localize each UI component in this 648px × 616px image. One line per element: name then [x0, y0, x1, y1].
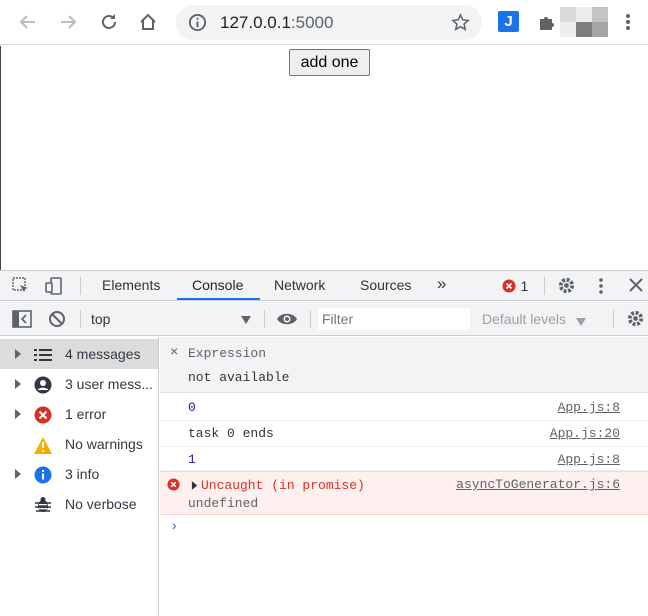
bug-icon [34, 496, 52, 514]
devtools-panel: Elements Console Network Sources » 1 top [0, 270, 648, 616]
expand-arrow-icon [15, 349, 21, 359]
console-error-message: Uncaught (in promise) undefined asyncToG… [160, 471, 648, 515]
expand-arrow-icon [15, 409, 21, 419]
error-icon [34, 406, 52, 424]
devtools-menu-button[interactable] [598, 277, 604, 300]
error-icon [502, 279, 516, 293]
sidebar-item-label: 3 info [65, 466, 100, 482]
source-link[interactable]: asyncToGenerator.js:6 [456, 477, 620, 492]
back-button[interactable] [13, 7, 43, 37]
console-output: × Expression not available 0 App.js:8 ta… [160, 337, 648, 616]
arrow-right-icon [61, 15, 77, 29]
close-icon [629, 278, 643, 292]
tab-elements[interactable]: Elements [102, 277, 160, 293]
source-link[interactable]: App.js:20 [550, 426, 620, 441]
expand-arrow-icon [15, 469, 21, 479]
arrow-left-icon [19, 15, 35, 29]
sidebar-item-user-messages[interactable]: 3 user mess... [0, 369, 158, 399]
tab-network[interactable]: Network [274, 277, 325, 293]
live-expression-eye-icon[interactable] [276, 312, 298, 331]
sidebar-item-label: 1 error [65, 406, 107, 422]
expand-arrow-icon[interactable] [191, 481, 198, 490]
error-count-badge[interactable]: 1 [502, 278, 528, 296]
console-sidebar: 4 messages 3 user mess... 1 error No war… [0, 337, 159, 616]
console-toolbar: top Default levels [0, 302, 648, 336]
home-icon [140, 13, 156, 30]
sidebar-toggle-icon[interactable] [12, 310, 32, 333]
reload-icon [102, 14, 116, 29]
sidebar-item-label: No verbose [65, 496, 137, 512]
remove-expression-icon[interactable]: × [170, 345, 178, 361]
sidebar-item-label: 3 user mess... [65, 376, 153, 392]
info-icon[interactable] [188, 13, 207, 37]
bookmark-star-icon[interactable] [451, 13, 470, 37]
expression-value: not available [188, 370, 290, 385]
tab-console[interactable]: Console [192, 277, 243, 293]
clear-console-icon[interactable] [48, 310, 66, 333]
devtools-tab-bar: Elements Console Network Sources » 1 [0, 271, 648, 301]
info-icon [34, 466, 52, 484]
error-icon [167, 478, 180, 491]
live-expression: × Expression not available [160, 337, 648, 393]
context-selector[interactable]: top [91, 311, 110, 327]
profile-avatar[interactable] [560, 7, 608, 37]
sidebar-item-warnings[interactable]: No warnings [0, 429, 158, 459]
console-settings-button[interactable] [626, 309, 645, 333]
error-detail: undefined [188, 496, 259, 511]
close-devtools-button[interactable] [628, 277, 644, 298]
url-text: 127.0.0.1:5000 [220, 13, 334, 32]
list-icon [34, 346, 52, 364]
sidebar-item-info[interactable]: 3 info [0, 459, 158, 489]
browser-menu-button[interactable] [613, 7, 643, 37]
page-content: add one [0, 46, 648, 270]
reload-button[interactable] [94, 7, 124, 37]
extensions-button[interactable] [532, 7, 562, 37]
sidebar-item-verbose[interactable]: No verbose [0, 489, 158, 519]
warning-icon [34, 436, 52, 454]
sidebar-item-label: No warnings [65, 436, 143, 452]
forward-button[interactable] [53, 7, 83, 37]
home-button[interactable] [133, 7, 163, 37]
address-bar[interactable]: 127.0.0.1:5000 [176, 5, 482, 40]
expand-arrow-icon [15, 379, 21, 389]
sidebar-item-label: 4 messages [65, 346, 141, 362]
gear-icon [627, 310, 644, 327]
kebab-menu-icon [626, 14, 630, 30]
log-levels-dropdown[interactable]: Default levels [482, 311, 566, 327]
inspect-element-icon[interactable] [12, 277, 30, 300]
tab-sources[interactable]: Sources [360, 277, 411, 293]
source-link[interactable]: App.js:8 [558, 452, 620, 467]
more-tabs-button[interactable]: » [437, 274, 446, 294]
error-text: Uncaught (in promise) [201, 478, 365, 493]
message-text: task 0 ends [188, 426, 274, 441]
extension-j-icon[interactable]: J [498, 11, 519, 32]
user-icon [34, 376, 52, 394]
chevron-down-icon[interactable] [240, 312, 252, 330]
browser-toolbar: 127.0.0.1:5000 J [0, 0, 648, 45]
add-one-button[interactable]: add one [289, 49, 370, 76]
filter-input[interactable] [318, 308, 470, 330]
devtools-settings-button[interactable] [557, 276, 576, 300]
console-message: 0 App.js:8 [160, 395, 648, 421]
expression-label[interactable]: Expression [188, 346, 266, 361]
console-message: task 0 ends App.js:20 [160, 421, 648, 447]
kebab-menu-icon [599, 278, 603, 294]
sidebar-item-messages[interactable]: 4 messages [0, 339, 158, 369]
device-toolbar-icon[interactable] [44, 276, 64, 301]
sidebar-item-errors[interactable]: 1 error [0, 399, 158, 429]
message-text: 0 [188, 400, 196, 415]
gear-icon [558, 277, 575, 294]
active-tab-indicator [177, 298, 260, 300]
levels-chevron-icon[interactable] [576, 313, 586, 331]
puzzle-icon [540, 17, 554, 30]
source-link[interactable]: App.js:8 [558, 400, 620, 415]
console-prompt[interactable]: › [170, 519, 178, 535]
message-text: 1 [188, 452, 196, 467]
console-message: 1 App.js:8 [160, 447, 648, 471]
